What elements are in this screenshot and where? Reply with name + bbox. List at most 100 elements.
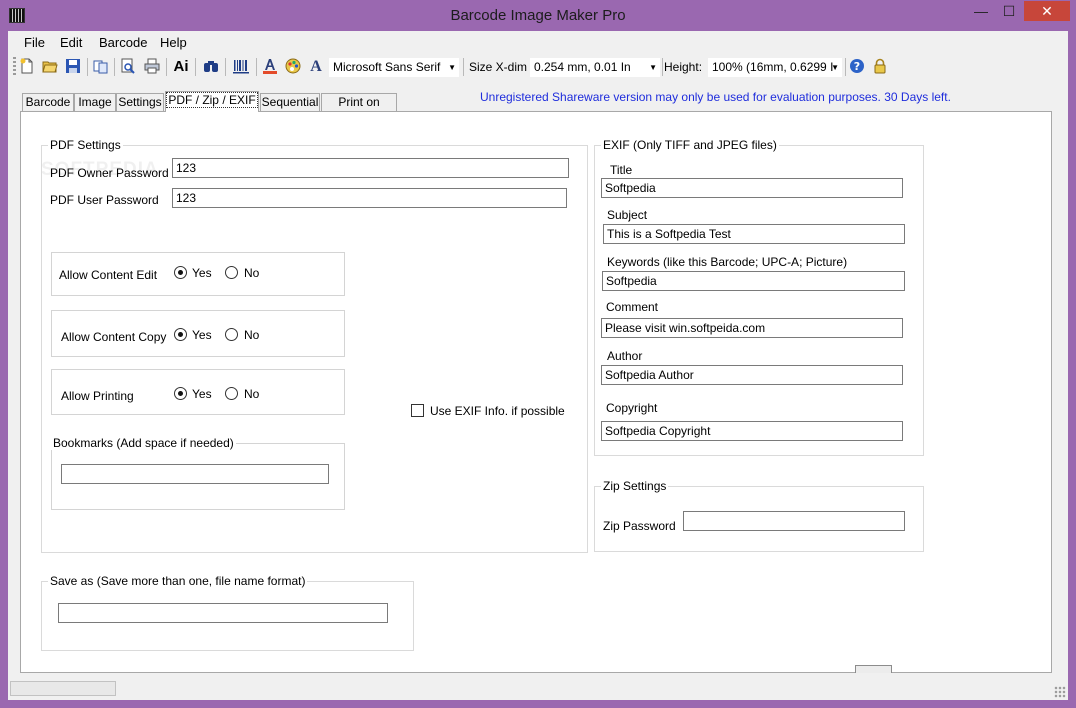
pdf-owner-password-label: PDF Owner Password	[50, 166, 169, 180]
exif-comment-input[interactable]: Please visit win.softpeida.com	[601, 318, 903, 338]
allow-content-copy-group: Allow Content Copy Yes No	[51, 310, 345, 357]
zip-settings-group: Zip Settings Zip Password	[594, 479, 924, 552]
allow-content-copy-label: Allow Content Copy	[61, 330, 167, 344]
tab-pdf-zip-exif[interactable]: PDF / Zip / EXIF	[165, 91, 259, 112]
new-icon[interactable]	[18, 58, 36, 76]
exif-legend: EXIF (Only TIFF and JPEG files)	[601, 138, 779, 152]
tab-label: Sequential	[261, 95, 319, 109]
height-combo[interactable]: 100% (16mm, 0.6299 I ▼	[708, 58, 842, 77]
lock-icon[interactable]	[871, 58, 889, 76]
no-label: No	[244, 387, 260, 401]
exif-copyright-label: Copyright	[606, 401, 658, 415]
open-icon[interactable]	[41, 58, 59, 76]
bookmarks-input[interactable]	[61, 464, 329, 484]
allow-content-copy-no-radio[interactable]	[225, 328, 238, 341]
size-xdim-combo[interactable]: 0.254 mm, 0.01 In ▼	[530, 58, 660, 77]
print-icon[interactable]	[143, 58, 161, 76]
allow-printing-no-radio[interactable]	[225, 387, 238, 400]
copy-icon[interactable]	[92, 58, 110, 76]
menu-barcode[interactable]: Barcode	[99, 35, 147, 50]
allow-content-edit-yes-radio[interactable]	[174, 266, 187, 279]
bookmarks-legend: Bookmarks (Add space if needed)	[51, 436, 236, 450]
app-window: Barcode Image Maker Pro — ☐ ✕ File Edit …	[0, 0, 1076, 708]
toolbar-separator	[87, 58, 88, 76]
toolbar-separator	[166, 58, 167, 76]
font-color-icon[interactable]	[261, 58, 279, 76]
toolbar: Ai A Microsoft Sans Serif ▼ Size X-dim 0…	[8, 54, 1068, 80]
save-icon[interactable]	[64, 58, 82, 76]
status-progress	[10, 681, 116, 696]
allow-content-copy-yes-radio[interactable]	[174, 328, 187, 341]
tab-label: Settings	[118, 95, 162, 109]
help-icon[interactable]: ?	[848, 58, 866, 76]
close-button[interactable]: ✕	[1024, 1, 1070, 21]
tab-settings[interactable]: Settings	[116, 93, 164, 111]
tab-label: Barcode	[25, 95, 71, 109]
title-bar[interactable]: Barcode Image Maker Pro — ☐ ✕	[0, 0, 1076, 31]
font-icon[interactable]: A	[307, 58, 325, 76]
text-icon[interactable]: Ai	[172, 58, 190, 76]
pdf-settings-legend: PDF Settings	[48, 138, 123, 152]
exif-author-input[interactable]: Softpedia Author	[601, 365, 903, 385]
menu-help[interactable]: Help	[160, 35, 187, 50]
toolbar-separator	[114, 58, 115, 76]
tab-sequential[interactable]: Sequential	[260, 93, 320, 111]
use-exif-label: Use EXIF Info. if possible	[430, 404, 565, 418]
size-xdim-value: 0.254 mm, 0.01 In	[534, 60, 631, 74]
allow-printing-label: Allow Printing	[61, 389, 134, 403]
save-as-group: Save as (Save more than one, file name f…	[41, 574, 414, 651]
maximize-button[interactable]: ☐	[996, 1, 1022, 21]
minimize-button[interactable]: —	[968, 1, 994, 21]
save-as-legend: Save as (Save more than one, file name f…	[48, 574, 308, 588]
toolbar-separator	[225, 58, 226, 76]
tab-barcode[interactable]: Barcode	[22, 93, 74, 111]
hidden-button[interactable]	[855, 665, 892, 673]
exif-copyright-input[interactable]: Softpedia Copyright	[601, 421, 903, 441]
resize-grip[interactable]	[1054, 686, 1066, 698]
yes-label: Yes	[192, 387, 212, 401]
client-area: File Edit Barcode Help Ai A Microsoft Sa…	[8, 31, 1068, 700]
svg-text:?: ?	[854, 60, 860, 73]
height-value: 100% (16mm, 0.6299 I	[712, 60, 834, 74]
save-as-input[interactable]	[58, 603, 388, 623]
color-palette-icon[interactable]	[284, 58, 302, 76]
allow-printing-group: Allow Printing Yes No	[51, 369, 345, 415]
exif-title-input[interactable]: Softpedia	[601, 178, 903, 198]
exif-subject-input[interactable]: This is a Softpedia Test	[603, 224, 905, 244]
allow-content-edit-group: Allow Content Edit Yes No	[51, 252, 345, 296]
pdf-owner-password-input[interactable]: 123	[172, 158, 569, 178]
toolbar-separator	[195, 58, 196, 76]
use-exif-checkbox[interactable]	[411, 404, 424, 417]
yes-label: Yes	[192, 266, 212, 280]
zip-password-label: Zip Password	[603, 519, 676, 533]
yes-label: Yes	[192, 328, 212, 342]
pdf-user-password-input[interactable]: 123	[172, 188, 567, 208]
menu-file[interactable]: File	[24, 35, 45, 50]
allow-content-edit-no-radio[interactable]	[225, 266, 238, 279]
find-icon[interactable]	[202, 58, 220, 76]
exif-group: EXIF (Only TIFF and JPEG files) Title So…	[594, 138, 924, 456]
no-label: No	[244, 266, 260, 280]
exif-author-label: Author	[607, 349, 643, 363]
chevron-down-icon[interactable]: ▼	[831, 58, 839, 77]
barcode-icon[interactable]	[232, 58, 250, 76]
tab-image[interactable]: Image	[74, 93, 116, 111]
exif-subject-label: Subject	[607, 208, 648, 222]
toolbar-grip[interactable]	[13, 57, 16, 77]
allow-content-edit-label: Allow Content Edit	[59, 268, 158, 282]
pdf-user-password-label: PDF User Password	[50, 193, 159, 207]
print-preview-icon[interactable]	[119, 58, 137, 76]
menu-edit[interactable]: Edit	[60, 35, 82, 50]
font-name-combo[interactable]: Microsoft Sans Serif ▼	[329, 58, 459, 77]
tab-label: Image	[78, 95, 112, 109]
bookmarks-group: Bookmarks (Add space if needed)	[51, 436, 345, 510]
tab-label: PDF / Zip / EXIF	[166, 92, 258, 108]
tab-print-on-label[interactable]: Print on Label	[321, 93, 397, 126]
exif-keywords-input[interactable]: Softpedia	[602, 271, 905, 291]
pdf-zip-exif-panel: SOFTPEDIA PDF Settings PDF Owner Passwor…	[20, 111, 1052, 673]
chevron-down-icon[interactable]: ▼	[448, 58, 456, 77]
zip-password-input[interactable]	[683, 511, 905, 531]
chevron-down-icon[interactable]: ▼	[649, 58, 657, 77]
allow-printing-yes-radio[interactable]	[174, 387, 187, 400]
exif-keywords-label: Keywords (like this Barcode; UPC-A; Pict…	[607, 255, 848, 269]
